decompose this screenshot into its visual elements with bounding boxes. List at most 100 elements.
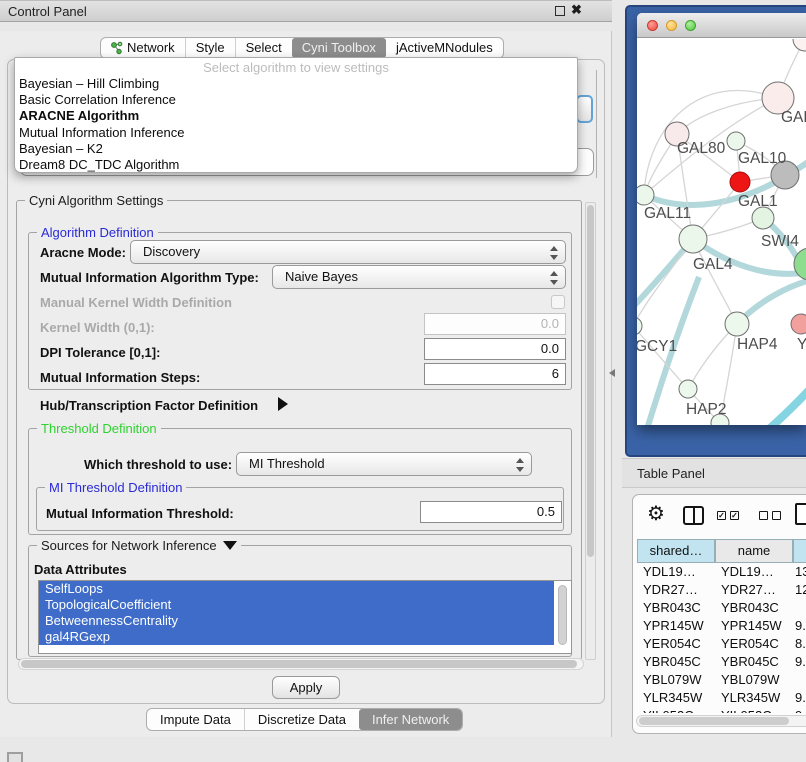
columns-icon[interactable] bbox=[683, 506, 704, 525]
manual-kernel-label: Manual Kernel Width Definition bbox=[40, 295, 232, 310]
table-row[interactable]: YBR043CYBR043C bbox=[637, 599, 806, 617]
table-panel-titlebar: Table Panel bbox=[622, 458, 806, 488]
stepper-icon bbox=[549, 270, 557, 286]
table-body[interactable]: YDL19…YDL19…13YDR27…YDR27…12YBR043CYBR04… bbox=[637, 563, 806, 713]
bottom-tab-discretize-data[interactable]: Discretize Data bbox=[244, 709, 359, 730]
algorithm-option[interactable]: Basic Correlation Inference bbox=[15, 92, 577, 108]
algorithm-definition-title: Algorithm Definition bbox=[37, 225, 158, 240]
network-node-gal4[interactable] bbox=[679, 225, 707, 253]
mi-threshold-title: MI Threshold Definition bbox=[45, 480, 186, 495]
bottom-tab-impute-data[interactable]: Impute Data bbox=[147, 709, 244, 730]
attribute-item-selected[interactable]: TopologicalCoefficient bbox=[39, 597, 554, 613]
table-row[interactable]: YLR345WYLR345W9. bbox=[637, 689, 806, 707]
deselect-all-columns-icon[interactable] bbox=[759, 511, 781, 520]
minimize-traffic-light[interactable] bbox=[666, 20, 677, 31]
close-icon[interactable]: ✖ bbox=[571, 2, 582, 18]
table-panel-title: Table Panel bbox=[637, 459, 705, 488]
node-label: HAP2 bbox=[686, 401, 727, 418]
algorithm-option[interactable]: Bayesian – K2 bbox=[15, 141, 577, 157]
tab-select[interactable]: Select bbox=[235, 38, 292, 58]
column-header-name[interactable]: name bbox=[715, 539, 793, 563]
network-window-titlebar[interactable] bbox=[637, 13, 806, 38]
close-traffic-light[interactable] bbox=[647, 20, 658, 31]
settings-vertical-scrollbar[interactable] bbox=[585, 202, 596, 660]
mi-type-label: Mutual Information Algorithm Type: bbox=[40, 270, 259, 285]
mi-type-value: Naive Bayes bbox=[285, 269, 358, 284]
table-row[interactable]: YIL052CYIL052C9. bbox=[637, 707, 806, 713]
table-horizontal-scrollbar[interactable] bbox=[636, 715, 806, 727]
network-node-swi4[interactable] bbox=[752, 207, 774, 229]
hub-definition-label[interactable]: Hub/Transcription Factor Definition bbox=[40, 398, 258, 413]
network-node[interactable] bbox=[793, 39, 806, 51]
attribute-item-selected[interactable]: BetweennessCentrality bbox=[39, 613, 554, 629]
mi-type-select[interactable]: Naive Bayes bbox=[272, 265, 566, 289]
collapsed-widget[interactable] bbox=[7, 752, 23, 762]
network-canvas[interactable]: GALGAL80GAL10GAL1GAL11SWI4GAL4GCY1HAP4YH… bbox=[637, 39, 806, 425]
network-node-gal11[interactable] bbox=[637, 185, 654, 205]
which-threshold-select[interactable]: MI Threshold bbox=[236, 452, 532, 476]
tab-cyni-toolbox[interactable]: Cyni Toolbox bbox=[292, 38, 386, 58]
network-node-gal1[interactable] bbox=[730, 172, 750, 192]
mi-threshold-field[interactable]: 0.5 bbox=[420, 501, 562, 523]
network-node-hap4[interactable] bbox=[725, 312, 749, 336]
algorithm-option[interactable]: Dream8 DC_TDC Algorithm bbox=[15, 157, 577, 173]
table-row[interactable]: YDL19…YDL19…13 bbox=[637, 563, 806, 581]
network-node[interactable] bbox=[727, 132, 745, 150]
algorithm-popup-list: Bayesian – Hill ClimbingBasic Correlatio… bbox=[15, 76, 577, 173]
select-all-columns-icon[interactable]: ✓✓ bbox=[717, 511, 739, 520]
tab-style[interactable]: Style bbox=[185, 38, 235, 58]
table-row[interactable]: YBL079WYBL079W bbox=[637, 671, 806, 689]
hidden-focused-combobox-fragment bbox=[576, 95, 593, 123]
column-header-shared[interactable]: shared… bbox=[637, 539, 715, 563]
network-window[interactable]: GALGAL80GAL10GAL1GAL11SWI4GAL4GCY1HAP4YH… bbox=[637, 13, 806, 425]
settings-horizontal-scrollbar[interactable] bbox=[18, 658, 584, 670]
cyni-bottom-tab-bar: Impute DataDiscretize DataInfer Network bbox=[146, 708, 463, 731]
network-node-hap2[interactable] bbox=[679, 380, 697, 398]
network-node-gcy1[interactable] bbox=[637, 317, 642, 335]
attribute-item-selected[interactable]: SelfLoops bbox=[39, 581, 554, 597]
algorithm-select-popup: Select algorithm to view settings Bayesi… bbox=[14, 57, 578, 173]
apply-button[interactable]: Apply bbox=[272, 676, 340, 699]
manual-kernel-checkbox[interactable] bbox=[551, 295, 565, 309]
table-panel-card: ⚙ ✓✓ shared…nameA YDL19…YDL19…13YDR27…YD… bbox=[632, 494, 806, 734]
tab-jactivemnodules[interactable]: jActiveMNodules bbox=[386, 38, 503, 58]
node-label: GCY1 bbox=[637, 338, 677, 355]
node-label: SWI4 bbox=[761, 233, 799, 250]
gear-icon[interactable]: ⚙ bbox=[647, 503, 665, 525]
float-window-icon[interactable] bbox=[555, 6, 565, 16]
bottom-tab-infer-network[interactable]: Infer Network bbox=[359, 709, 462, 730]
tab-network[interactable]: Network bbox=[101, 38, 185, 58]
network-node-y[interactable] bbox=[791, 314, 806, 334]
algorithm-option[interactable]: ARACNE Algorithm bbox=[15, 108, 577, 124]
control-panel-title: Control Panel bbox=[8, 1, 87, 22]
network-edge[interactable] bbox=[769, 381, 806, 425]
expand-collapsed-icon[interactable] bbox=[278, 397, 288, 411]
mi-steps-field[interactable]: 6 bbox=[424, 363, 566, 385]
panel-splitter-arrow[interactable] bbox=[609, 369, 615, 377]
algorithm-option[interactable]: Mutual Information Inference bbox=[15, 125, 577, 141]
dpi-tolerance-field[interactable]: 0.0 bbox=[424, 338, 566, 360]
sources-title[interactable]: Sources for Network Inference bbox=[37, 538, 241, 553]
table-row[interactable]: YDR27…YDR27…12 bbox=[637, 581, 806, 599]
table-row[interactable]: YPR145WYPR145W9. bbox=[637, 617, 806, 635]
algorithm-popup-placeholder: Select algorithm to view settings bbox=[15, 58, 577, 76]
aracne-mode-select[interactable]: Discovery bbox=[130, 240, 566, 264]
column-header-A[interactable]: A bbox=[793, 539, 806, 563]
zoom-traffic-light[interactable] bbox=[685, 20, 696, 31]
table-row[interactable]: YER054CYER054C8. bbox=[637, 635, 806, 653]
node-label: GAL bbox=[781, 109, 806, 126]
mi-steps-label: Mutual Information Steps: bbox=[40, 370, 200, 385]
node-label: GAL11 bbox=[644, 205, 691, 222]
kernel-width-field[interactable]: 0.0 bbox=[424, 313, 566, 335]
aracne-mode-value: Discovery bbox=[143, 244, 200, 259]
attributes-scrollbar[interactable] bbox=[557, 584, 568, 650]
attribute-item-selected[interactable]: gal4RGexp bbox=[39, 629, 554, 645]
table-row[interactable]: YBR045CYBR045C9. bbox=[637, 653, 806, 671]
data-attributes-list[interactable]: SelfLoopsTopologicalCoefficientBetweenne… bbox=[38, 580, 572, 654]
node-label: GAL4 bbox=[693, 256, 733, 273]
node-label: GAL1 bbox=[738, 193, 778, 210]
algorithm-option[interactable]: Bayesian – Hill Climbing bbox=[15, 76, 577, 92]
network-tab-icon bbox=[111, 41, 123, 55]
document-icon[interactable] bbox=[795, 503, 806, 525]
aracne-mode-label: Aracne Mode: bbox=[40, 245, 126, 260]
